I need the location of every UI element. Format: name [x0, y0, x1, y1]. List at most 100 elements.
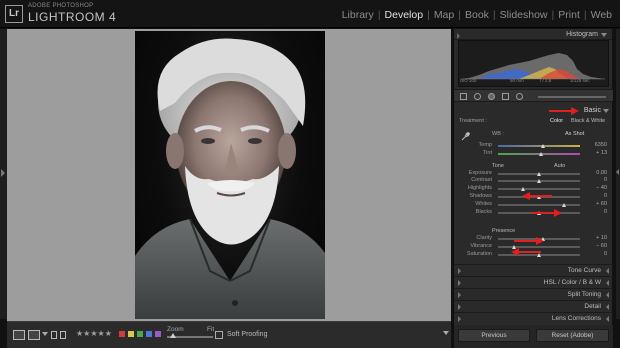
presence-label: Presence	[492, 228, 516, 234]
contrast-slider-knob[interactable]	[537, 179, 541, 183]
panel-toggle-icon	[458, 316, 461, 322]
clarity-label: Clarity	[476, 235, 492, 241]
before-after-icon[interactable]	[28, 330, 40, 340]
annotation-arrow	[514, 237, 544, 245]
radial-filter-icon[interactable]	[516, 93, 523, 100]
collapse-right-icon	[616, 169, 619, 175]
highlights-label: Highlights	[467, 185, 492, 191]
module-print[interactable]: Print	[554, 9, 584, 21]
module-develop[interactable]: Develop	[381, 9, 428, 21]
histogram-header[interactable]: Histogram	[454, 29, 612, 40]
color-label-blue[interactable]	[146, 331, 152, 337]
annotation-arrow	[511, 248, 541, 256]
expand-left-icon	[1, 169, 5, 177]
collapse-icon	[603, 109, 609, 113]
tone-auto[interactable]: Auto	[554, 163, 565, 169]
panel-detail[interactable]: Detail	[454, 300, 613, 311]
image-canvas[interactable]	[7, 29, 451, 321]
tint-value[interactable]: + 13	[581, 150, 607, 156]
aperture: f / 2.8	[540, 78, 552, 83]
annotation-arrow	[549, 107, 579, 115]
color-label-purple[interactable]	[155, 331, 161, 337]
treatment-label: Treatment :	[459, 118, 487, 124]
panel-hsl[interactable]: HSL / Color / B & W	[454, 276, 613, 287]
loupe-view-icon[interactable]	[13, 330, 25, 340]
module-library[interactable]: Library	[338, 9, 378, 21]
treatment-bw[interactable]: Black & White	[571, 118, 605, 124]
red-eye-icon[interactable]	[488, 93, 495, 100]
tint-label: Tint	[483, 150, 492, 156]
highlights-value[interactable]: − 40	[581, 185, 607, 191]
color-label-yellow[interactable]	[128, 331, 134, 337]
focal-length: 50 mm	[510, 78, 524, 83]
temp-slider-knob[interactable]	[541, 144, 546, 148]
shadows-value[interactable]: 0	[581, 193, 607, 199]
temp-label: Temp	[478, 142, 492, 148]
tool-slider[interactable]	[538, 96, 606, 98]
zoom-label: Zoom	[167, 326, 184, 333]
lightroom-logo: Lr	[5, 5, 23, 23]
module-web[interactable]: Web	[587, 9, 616, 21]
spot-removal-icon[interactable]	[474, 93, 481, 100]
clarity-value[interactable]: + 10	[581, 235, 607, 241]
graduated-filter-icon[interactable]	[502, 93, 509, 100]
saturation-value[interactable]: 0	[581, 251, 607, 257]
panel-label: Detail	[584, 303, 601, 310]
right-panel-toggle[interactable]	[616, 29, 620, 319]
panel-lens-corrections[interactable]: Lens Corrections	[454, 312, 613, 323]
tint-slider-knob[interactable]	[539, 152, 544, 156]
color-label-red[interactable]	[119, 331, 125, 337]
panel-label: HSL / Color / B & W	[543, 279, 601, 286]
panel-tone-curve[interactable]: Tone Curve	[454, 264, 613, 275]
expand-icon	[606, 304, 609, 310]
panel-split-toning[interactable]: Split Toning	[454, 288, 613, 299]
annotation-arrow	[522, 192, 552, 200]
module-book[interactable]: Book	[461, 9, 493, 21]
wb-value[interactable]: As Shot	[565, 131, 584, 137]
whites-slider[interactable]	[498, 204, 580, 206]
zoom-slider-knob[interactable]	[170, 333, 176, 338]
module-picker: Library | Develop | Map | Book | Slideshow | …	[338, 9, 616, 21]
saturation-label: Saturation	[466, 251, 492, 257]
expand-icon	[606, 268, 609, 274]
reset-button[interactable]: Reset (Adobe)	[536, 329, 609, 342]
brand-subtitle: ADOBE PHOTOSHOP	[28, 3, 94, 9]
soft-proofing-label: Soft Proofing	[227, 331, 268, 338]
vibrance-label: Vibrance	[470, 243, 492, 249]
vibrance-value[interactable]: − 60	[581, 243, 607, 249]
star-rating[interactable]: ★★★★★	[76, 329, 112, 338]
temp-value[interactable]: 6350	[581, 142, 607, 148]
module-map[interactable]: Map	[430, 9, 458, 21]
treatment-row: Treatment : Color Black & White	[454, 117, 613, 126]
clipping-indicator-icon[interactable]	[457, 33, 460, 39]
basic-panel-header[interactable]: Basic	[454, 106, 613, 116]
iso-value: ISO 100	[460, 78, 477, 83]
left-panel-toggle[interactable]	[0, 29, 7, 319]
flag-icon[interactable]	[51, 331, 57, 339]
basic-title: Basic	[583, 107, 601, 114]
whites-value[interactable]: + 60	[581, 201, 607, 207]
exposure-value[interactable]: 0.00	[581, 170, 607, 176]
module-slideshow[interactable]: Slideshow	[496, 9, 552, 21]
right-panel: Histogram ISO 100 50 mm f / 2.8 1/125 se…	[453, 29, 613, 348]
photo-preview[interactable]	[135, 31, 325, 319]
blacks-value[interactable]: 0	[581, 209, 607, 215]
temp-slider[interactable]	[498, 145, 580, 147]
toolbar-menu-icon[interactable]	[443, 331, 449, 335]
panel-toggle-icon	[458, 268, 461, 274]
color-label-green[interactable]	[137, 331, 143, 337]
contrast-value[interactable]: 0	[581, 177, 607, 183]
wb-row: WB : As Shot	[454, 130, 613, 140]
crop-tool-icon[interactable]	[460, 93, 467, 100]
reject-flag-icon[interactable]	[60, 331, 66, 339]
previous-button[interactable]: Previous	[458, 329, 530, 342]
brand-title: LIGHTROOM 4	[28, 10, 117, 24]
treatment-color[interactable]: Color	[550, 118, 563, 124]
histogram-title: Histogram	[566, 31, 598, 38]
highlights-slider[interactable]	[498, 188, 580, 190]
expand-icon	[606, 316, 609, 322]
view-dropdown-icon[interactable]	[42, 332, 48, 336]
exposure-slider-knob[interactable]	[537, 172, 541, 176]
soft-proofing-checkbox[interactable]	[215, 331, 223, 339]
whites-slider-knob[interactable]	[561, 203, 566, 207]
